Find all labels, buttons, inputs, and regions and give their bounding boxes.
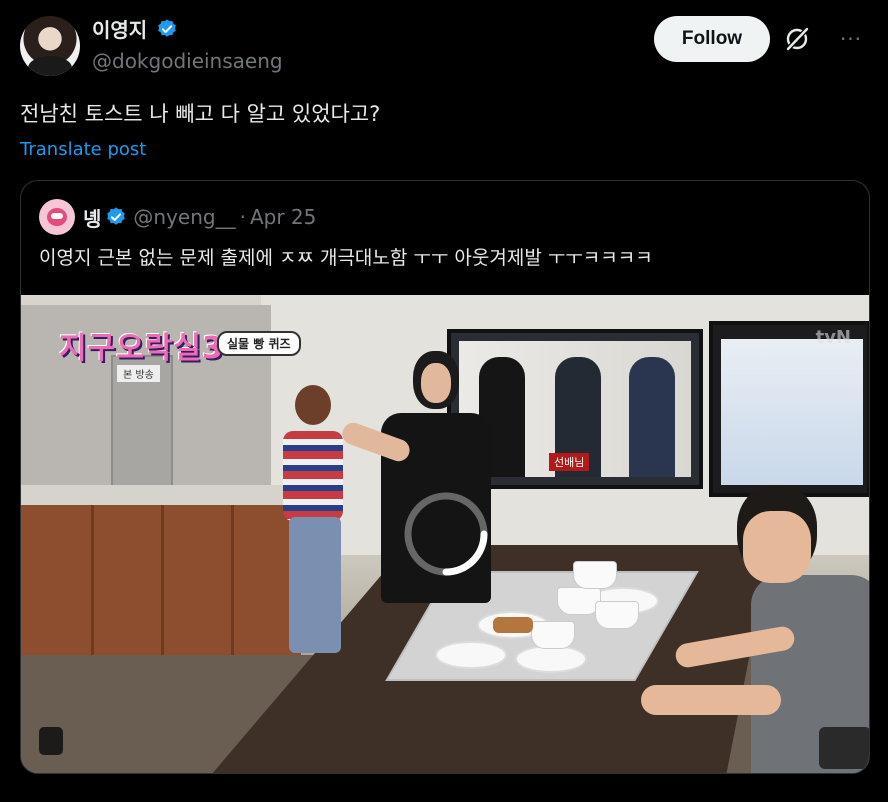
person-striped-shirt <box>283 385 347 655</box>
channel-logo: tvN <box>815 327 851 348</box>
person-arm <box>641 685 781 715</box>
camera <box>819 727 869 769</box>
person-laughing <box>641 485 869 773</box>
quoted-post-header: 녱 @nyeng__ · Apr 25 <box>39 199 316 235</box>
post-text: 전남친 토스트 나 빼고 다 알고 있었다고? <box>20 102 381 126</box>
show-title-logo: 지구오락실3 <box>59 331 224 366</box>
quoted-post-card[interactable]: 녱 @nyeng__ · Apr 25 이영지 근본 없는 문제 출제에 ㅈㅉ … <box>20 180 870 774</box>
plate <box>435 641 507 669</box>
person-face <box>743 511 811 583</box>
show-segment-badge: 실물 빵 퀴즈 <box>217 331 301 356</box>
toast <box>493 617 533 633</box>
video-indicator-icon <box>39 727 63 755</box>
grok-icon[interactable] <box>782 24 812 54</box>
author-name-block: 이영지 @dokgodieinsaeng <box>92 14 283 73</box>
author-handle[interactable]: @dokgodieinsaeng <box>92 49 283 73</box>
verified-badge-icon <box>107 207 126 225</box>
verified-badge-icon <box>158 18 177 37</box>
person-face <box>421 363 451 403</box>
translate-post-link[interactable]: Translate post <box>20 139 146 160</box>
tv-caption: 선배님 <box>549 453 590 471</box>
separator-dot: · <box>239 205 246 229</box>
quoted-post-text: 이영지 근본 없는 문제 출제에 ㅈㅉ 개극대노함 ㅜㅜ 아웃겨제발 ㅜㅜㅋㅋㅋ… <box>39 247 653 269</box>
cup <box>531 621 575 649</box>
wall-sign: 본 방송 <box>117 365 160 382</box>
loading-spinner-icon <box>404 492 488 576</box>
cup <box>595 601 639 629</box>
more-icon[interactable]: ··· <box>836 24 866 54</box>
quoted-author-handle: @nyeng__ <box>133 205 236 229</box>
author-display-name[interactable]: 이영지 <box>92 14 147 43</box>
quoted-author-avatar <box>39 199 75 235</box>
suit-figure <box>629 357 675 477</box>
person-shirt <box>283 431 343 521</box>
person-overalls <box>289 517 341 653</box>
quoted-post-date: Apr 25 <box>249 205 317 229</box>
post-header: 이영지 @dokgodieinsaeng Follow ··· <box>20 14 868 76</box>
follow-button[interactable]: Follow <box>654 16 770 62</box>
quoted-author-name: 녱 <box>83 206 102 231</box>
person-head <box>295 385 331 425</box>
plate <box>515 645 587 673</box>
author-avatar[interactable] <box>20 16 80 76</box>
cup <box>573 561 617 589</box>
tv-screen-right: tvN <box>709 321 869 497</box>
video-player[interactable]: 지구오락실3 실물 빵 퀴즈 본 방송 선배님 tvN <box>21 295 869 773</box>
tv-screen-content <box>721 339 863 485</box>
